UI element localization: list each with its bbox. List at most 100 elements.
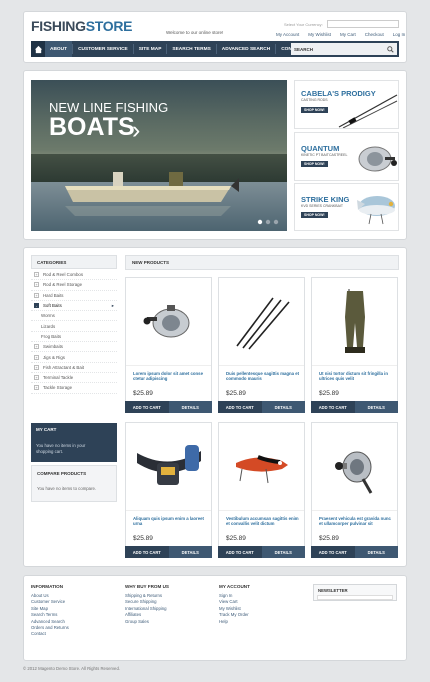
shop-now-button[interactable]: SHOP NOW!	[301, 212, 328, 218]
footer-link[interactable]: Track My Order	[219, 612, 250, 618]
category-label: Fish Attractant & Bait	[43, 364, 84, 370]
link-log-in[interactable]: Log In	[393, 32, 406, 37]
product-actions: ADD TO CART DETAILS	[125, 401, 212, 413]
copyright: © 2012 Magento Demo Store. All Rights Re…	[23, 666, 121, 671]
add-to-cart-button[interactable]: ADD TO CART	[218, 401, 262, 413]
expand-icon[interactable]: +	[34, 344, 39, 350]
product-card[interactable]: Praesent vehicula est gravida nunc et ul…	[311, 422, 398, 558]
search-icon[interactable]	[387, 45, 394, 53]
product-price: $25.89	[226, 535, 246, 542]
hero-slide[interactable]: NEW LINE FISHING BOATS ›	[31, 80, 287, 231]
category-item[interactable]: + Jigs & Rigs	[31, 352, 117, 363]
product-card[interactable]: Ut nisi tortor dictum sit fringilla in u…	[311, 277, 398, 413]
expand-icon[interactable]: +	[34, 354, 39, 360]
reel-icon[interactable]	[126, 278, 211, 366]
link-my-cart[interactable]: My Cart	[340, 32, 356, 37]
logo[interactable]: FISHINGSTORE	[31, 18, 132, 34]
category-item[interactable]: + Rod & Reel Storage	[31, 280, 117, 291]
add-to-cart-button[interactable]: ADD TO CART	[125, 546, 169, 558]
category-label: Rod & Reel Storage	[43, 282, 83, 288]
product-name[interactable]: Lorem ipsum dolor sit amet conse ctetur …	[133, 371, 208, 381]
fishing-rods-icon[interactable]	[219, 278, 304, 366]
footer-column: INFORMATION About Us Customer Service Site …	[31, 584, 69, 638]
details-button[interactable]: DETAILS	[354, 546, 398, 558]
product-price: $25.89	[319, 535, 339, 542]
top-links: My Account My Wishlist My Cart Checkout …	[276, 32, 405, 37]
product-card[interactable]: Lorem ipsum dolor sit amet conse ctetur …	[125, 277, 212, 413]
lure-icon[interactable]	[219, 423, 304, 511]
category-item[interactable]: + Tackle Storage	[31, 383, 117, 394]
details-button[interactable]: DETAILS	[168, 401, 212, 413]
product-card[interactable]: Aliquam quis ipsum enim a laoreet urna $2…	[125, 422, 212, 558]
collapse-icon[interactable]: -	[34, 303, 39, 309]
footer-link[interactable]: Customer Service	[31, 599, 69, 605]
category-item[interactable]: + Fish Attractant & Bait	[31, 363, 117, 373]
tackle-belt-icon[interactable]	[126, 423, 211, 511]
expand-icon[interactable]: +	[34, 364, 39, 370]
details-button[interactable]: DETAILS	[354, 401, 398, 413]
link-checkout[interactable]: Checkout	[365, 32, 384, 37]
details-button[interactable]: DETAILS	[261, 546, 305, 558]
currency-select[interactable]	[327, 20, 399, 28]
category-label: Terminal Tackle	[43, 375, 74, 381]
details-button[interactable]: DETAILS	[261, 401, 305, 413]
category-item[interactable]: + Swimbaits	[31, 342, 117, 353]
category-item[interactable]: + Rod & Reel Combos	[31, 270, 117, 281]
footer-link[interactable]: Group Sales	[125, 619, 169, 625]
fishing-rods-icon	[338, 94, 398, 128]
details-button[interactable]: DETAILS	[168, 546, 212, 558]
nav-search-terms[interactable]: SEARCH TERMS	[167, 41, 215, 57]
category-item[interactable]: Worms	[31, 311, 117, 322]
hero-arrow-icon[interactable]: ›	[132, 116, 140, 145]
product-name[interactable]: Vestibulum accumsan sagittis enim et con…	[226, 516, 301, 526]
footer-column: WHY BUY FROM US Shipping & Returns Secure …	[125, 584, 169, 625]
add-to-cart-button[interactable]: ADD TO CART	[125, 401, 169, 413]
expand-icon[interactable]: +	[34, 292, 39, 298]
product-name[interactable]: Duis pellentesque sagittis magna et comm…	[226, 371, 301, 381]
nav-customer-service[interactable]: CUSTOMER SERVICE	[73, 41, 133, 57]
nav-advanced-search[interactable]: ADVANCED SEARCH	[217, 41, 275, 57]
product-name[interactable]: Praesent vehicula est gravida nunc et ul…	[319, 516, 394, 526]
newsletter-input[interactable]	[317, 595, 393, 600]
slider-dots[interactable]	[257, 219, 283, 225]
product-card[interactable]: Duis pellentesque sagittis magna et comm…	[218, 277, 305, 413]
nav-about[interactable]: ABOUT	[45, 41, 73, 57]
spinning-reel-icon[interactable]	[312, 423, 397, 511]
my-cart-text: You have no items in your shopping cart.	[36, 443, 86, 454]
footer-link[interactable]: Help	[219, 619, 250, 625]
search-input[interactable]: SEARCH	[291, 43, 397, 55]
newsletter-block: NEWSLETTER	[313, 584, 397, 601]
expand-icon[interactable]: +	[34, 272, 39, 278]
link-my-wishlist[interactable]: My Wishlist	[308, 32, 331, 37]
welcome-message: Welcome to our online store!	[166, 30, 224, 35]
category-item[interactable]: Frog Baits	[31, 332, 117, 343]
product-name[interactable]: Ut nisi tortor dictum sit fringilla in u…	[319, 371, 394, 381]
nav-site-map[interactable]: SITE MAP	[134, 41, 167, 57]
link-my-account[interactable]: My Account	[276, 32, 299, 37]
product-actions: ADD TO CART DETAILS	[218, 546, 305, 558]
waders-icon[interactable]	[312, 278, 397, 366]
promo-rods[interactable]: CABELA'S PRODIGY CASTING RODS SHOP NOW!	[294, 80, 399, 129]
home-icon[interactable]	[31, 41, 45, 57]
promo-reel[interactable]: QUANTUM KINETIC PT BAITCASTREEL SHOP NOW…	[294, 132, 399, 181]
new-products-title: NEW PRODUCTS	[125, 255, 399, 270]
expand-icon[interactable]: +	[34, 385, 39, 391]
shop-now-button[interactable]: SHOP NOW!	[301, 161, 328, 167]
category-label: Worms	[41, 313, 55, 319]
product-price: $25.89	[319, 390, 339, 397]
product-name[interactable]: Aliquam quis ipsum enim a laoreet urna	[133, 516, 208, 526]
add-to-cart-button[interactable]: ADD TO CART	[311, 401, 355, 413]
add-to-cart-button[interactable]: ADD TO CART	[218, 546, 262, 558]
category-item[interactable]: - Soft Baits ▸	[31, 301, 117, 312]
category-item[interactable]: Lizards	[31, 321, 117, 332]
add-to-cart-button[interactable]: ADD TO CART	[311, 546, 355, 558]
promo-lure[interactable]: STRIKE KING KVD SERIES CRANKBAIT SHOP NO…	[294, 183, 399, 231]
category-item[interactable]: + Terminal Tackle	[31, 373, 117, 384]
product-card[interactable]: Vestibulum accumsan sagittis enim et con…	[218, 422, 305, 558]
category-item[interactable]: + Hard Baits	[31, 291, 117, 301]
shop-now-button[interactable]: SHOP NOW!	[301, 107, 328, 113]
footer-column-title: WHY BUY FROM US	[125, 584, 169, 589]
footer-link[interactable]: Contact	[31, 631, 69, 637]
expand-icon[interactable]: +	[34, 282, 39, 288]
expand-icon[interactable]: +	[34, 375, 39, 381]
